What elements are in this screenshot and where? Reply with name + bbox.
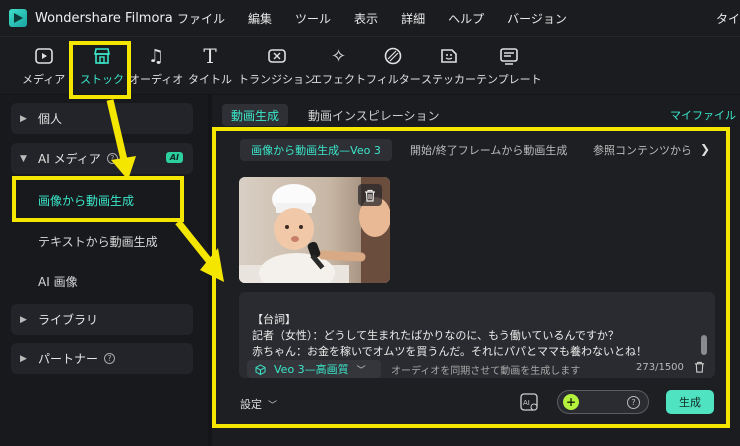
filter-icon [382, 45, 404, 67]
menu-file[interactable]: ファイル [177, 10, 225, 27]
chevron-down-icon: ▼ [20, 153, 27, 164]
menu-advanced[interactable]: 詳細 [401, 10, 425, 27]
sidebar-item-image-to-video[interactable]: 画像から動画生成 [38, 192, 134, 209]
asset-toolbar: メディア ストック ♫ オーディオ T タイトル トランジション ✧ エフェクト… [0, 36, 740, 94]
my-files-link[interactable]: マイファイル [670, 107, 736, 123]
clear-prompt-button[interactable] [694, 361, 705, 376]
prompt-line-3: 赤ちゃん：お金を稼いでオムツを買うんだ。それにパパとママも養わないとね！ [252, 345, 648, 358]
menu-edit[interactable]: 編集 [248, 10, 272, 27]
sidebar-item-partner[interactable]: ▶ パートナー ? [11, 343, 193, 374]
title-bar: Wondershare Filmora ファイル 編集 ツール 表示 詳細 ヘル… [0, 0, 740, 36]
help-icon[interactable]: ? [106, 153, 118, 164]
ai-badge: AI [165, 152, 183, 163]
toolbar-media[interactable]: メディア [22, 45, 65, 87]
ai-video-icon[interactable]: AI [519, 392, 539, 412]
subtab-start-end-frame[interactable]: 開始/終了フレームから動画生成 [410, 139, 567, 161]
menu-tools[interactable]: ツール [295, 10, 331, 27]
filmora-logo-icon [9, 9, 27, 27]
title-icon: T [203, 44, 217, 68]
toolbar-template[interactable]: テンプレート [476, 45, 542, 87]
prompt-line-2: 記者（女性）：どうして生まれたばかりなのに、もう働いているんですか？ [252, 329, 619, 342]
sidebar-item-ai-media[interactable]: ▼ AI メディア ? AI [11, 143, 193, 174]
chevron-down-icon: ﹀ [268, 401, 278, 411]
trash-icon [365, 189, 375, 202]
chevron-right-icon: ▶ [20, 314, 27, 325]
tab-video-generation[interactable]: 動画生成 [222, 104, 288, 126]
template-icon [498, 45, 520, 67]
chevron-right-icon: ▶ [20, 113, 27, 124]
tab-video-inspiration[interactable]: 動画インスピレーション [308, 107, 440, 124]
chevron-down-icon: ﹀ [356, 365, 366, 376]
toolbar-stock[interactable]: ストック [80, 45, 124, 87]
prompt-scrollbar[interactable] [701, 335, 707, 355]
menu-bar: ファイル 編集 ツール 表示 詳細 ヘルプ バージョン [177, 10, 590, 27]
toolbar-effect[interactable]: ✧ エフェクト [311, 45, 366, 87]
sidebar-item-text-to-video[interactable]: テキストから動画生成 [38, 233, 158, 250]
chevron-right-icon: ▶ [20, 353, 27, 364]
trash-icon [694, 361, 705, 373]
generate-button[interactable]: 生成 [666, 390, 714, 414]
menu-help[interactable]: ヘルプ [448, 10, 484, 27]
app-name: Wondershare Filmora [35, 10, 173, 26]
character-count: 273/1500 [636, 362, 684, 373]
settings-dropdown[interactable]: 設定 ﹀ [240, 396, 277, 412]
credits-pill[interactable]: + ? [557, 390, 649, 414]
media-icon [33, 45, 55, 67]
toolbar-sticker[interactable]: ステッカー [421, 45, 476, 87]
subtab-reference-content[interactable]: 参照コンテンツから動 [593, 139, 690, 161]
sticker-icon [438, 45, 460, 67]
help-icon[interactable]: ? [104, 353, 116, 364]
toolbar-transition[interactable]: トランジション [238, 45, 315, 87]
timeline-label-cut: タイ [715, 12, 740, 26]
help-icon[interactable]: ? [627, 396, 640, 409]
stock-icon [91, 45, 113, 67]
svg-text:AI: AI [523, 399, 530, 407]
delete-image-button[interactable] [358, 184, 382, 206]
plus-icon: + [563, 394, 579, 410]
toolbar-title[interactable]: T タイトル [188, 44, 232, 87]
toolbar-audio[interactable]: ♫ オーディオ [129, 45, 183, 87]
sidebar-item-ai-image[interactable]: AI 画像 [38, 273, 78, 290]
audio-icon: ♫ [148, 45, 165, 67]
effect-icon: ✧ [330, 45, 347, 67]
transition-icon [266, 45, 288, 67]
menu-view[interactable]: 表示 [354, 10, 378, 27]
sidebar-item-personal[interactable]: ▶ 個人 [11, 103, 193, 134]
menu-version[interactable]: バージョン [507, 10, 567, 27]
sidebar-item-library[interactable]: ▶ ライブラリ [11, 304, 193, 335]
model-select[interactable]: Veo 3—高画質 ﹀ [247, 360, 381, 378]
sync-audio-text: オーディオを同期させて動画を生成します [391, 366, 581, 377]
chevron-right-icon[interactable]: ❯ [700, 142, 710, 156]
subtab-image-to-video-veo3[interactable]: 画像から動画生成—Veo 3 [240, 139, 392, 161]
toolbar-filter[interactable]: フィルター [366, 45, 421, 87]
cube-icon [255, 363, 266, 375]
prompt-line-1: 【台詞】 [252, 313, 296, 326]
